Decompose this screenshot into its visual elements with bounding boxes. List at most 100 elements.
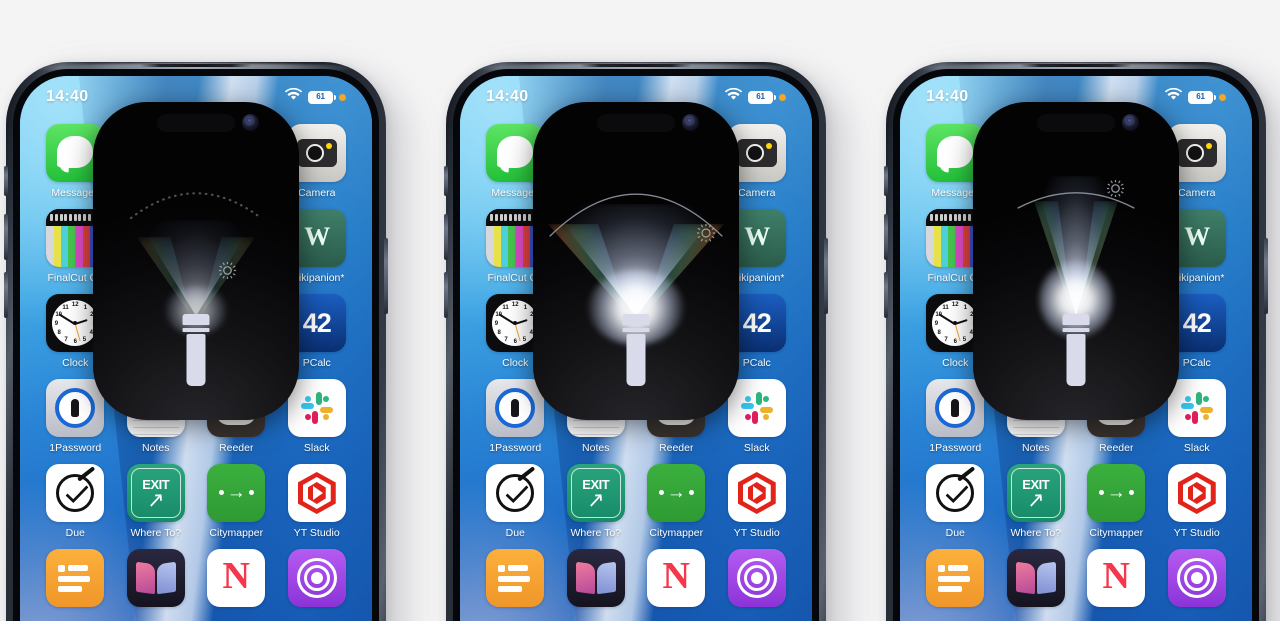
volume-up-button[interactable] <box>4 214 8 260</box>
app-label: PCalc <box>302 357 331 369</box>
app-books[interactable] <box>123 549 190 612</box>
app-label: Where To? <box>1010 527 1062 539</box>
citymapper-icon[interactable]: → <box>1087 464 1146 522</box>
app-due[interactable]: Due <box>482 464 549 539</box>
overcast-icon[interactable] <box>1167 549 1226 607</box>
ytstudio-icon[interactable] <box>727 464 786 522</box>
news-icon[interactable]: N <box>207 549 266 607</box>
app-things[interactable] <box>42 549 109 612</box>
app-label: 1Password <box>489 442 542 454</box>
app-label: Reeder <box>1099 442 1134 454</box>
app-row: N <box>42 549 350 612</box>
app-label: Slack <box>1183 442 1210 454</box>
app-things[interactable] <box>482 549 549 612</box>
status-bar-clock: 14:40 <box>926 88 969 105</box>
app-label: Citymapper <box>1089 527 1144 539</box>
due-icon[interactable] <box>926 464 985 522</box>
action-button[interactable] <box>4 166 8 196</box>
app-label: YT Studio <box>293 527 340 539</box>
app-news[interactable]: N <box>643 549 710 612</box>
overcast-icon[interactable] <box>287 549 346 607</box>
volume-down-button[interactable] <box>4 272 8 318</box>
whereto-icon[interactable]: EXIT ↗ <box>566 464 625 522</box>
citymapper-icon[interactable]: → <box>647 464 706 522</box>
dynamic-island-flashlight-3[interactable] <box>973 102 1179 420</box>
books-icon[interactable] <box>1006 549 1065 607</box>
flashlight-torch-icon-3[interactable] <box>1062 314 1090 386</box>
app-label: Clock <box>502 357 529 369</box>
dynamic-island-flashlight-2[interactable] <box>533 102 739 420</box>
books-icon[interactable] <box>566 549 625 607</box>
power-button[interactable] <box>1264 238 1268 314</box>
flashlight-canvas-1 <box>93 102 299 420</box>
battery-indicator: 61 <box>748 90 776 104</box>
whereto-icon[interactable]: EXIT ↗ <box>126 464 185 522</box>
app-news[interactable]: N <box>1083 549 1150 612</box>
app-label: 1Password <box>929 442 982 454</box>
app-ytstudio[interactable]: YT Studio <box>724 464 791 539</box>
app-due[interactable]: Due <box>42 464 109 539</box>
app-whereto[interactable]: EXIT ↗ Where To? <box>1003 464 1070 539</box>
power-button[interactable] <box>384 238 388 314</box>
volume-down-button[interactable] <box>444 272 448 318</box>
app-label: Camera <box>1178 187 1216 199</box>
things-icon[interactable] <box>46 549 105 607</box>
flashlight-canvas-3 <box>973 102 1179 420</box>
news-icon[interactable]: N <box>647 549 706 607</box>
battery-indicator: 61 <box>1188 90 1216 104</box>
flashlight-torch-icon-1[interactable] <box>182 314 210 386</box>
app-whereto[interactable]: EXIT ↗ Where To? <box>563 464 630 539</box>
earpiece-speaker-slit <box>1020 64 1132 67</box>
overcast-icon[interactable] <box>727 549 786 607</box>
news-icon[interactable]: N <box>1087 549 1146 607</box>
app-citymapper[interactable]: → Citymapper <box>203 464 270 539</box>
app-books[interactable] <box>563 549 630 612</box>
things-icon[interactable] <box>486 549 545 607</box>
ytstudio-icon[interactable] <box>287 464 346 522</box>
due-icon[interactable] <box>46 464 105 522</box>
battery-indicator: 61 <box>308 90 336 104</box>
app-label: Messages <box>931 187 980 199</box>
app-row: N <box>482 549 790 612</box>
action-button[interactable] <box>884 166 888 196</box>
app-label: YT Studio <box>733 527 780 539</box>
app-ytstudio[interactable]: YT Studio <box>1164 464 1231 539</box>
books-icon[interactable] <box>126 549 185 607</box>
app-overcast[interactable] <box>284 549 351 612</box>
earpiece-speaker-slit <box>580 64 692 67</box>
app-label: Notes <box>1022 442 1050 454</box>
app-row: Due EXIT ↗ Where To? → Citymapper YT Studio <box>922 464 1230 539</box>
things-icon[interactable] <box>926 549 985 607</box>
app-label: PCalc <box>1182 357 1211 369</box>
app-books[interactable] <box>1003 549 1070 612</box>
power-button[interactable] <box>824 238 828 314</box>
app-overcast[interactable] <box>1164 549 1231 612</box>
app-ytstudio[interactable]: YT Studio <box>284 464 351 539</box>
orange-privacy-dot <box>1219 93 1226 101</box>
app-due[interactable]: Due <box>922 464 989 539</box>
iphone-device-1: 14:40 61 MessagesDraftsSettingsCameraFin… <box>4 62 388 621</box>
app-label: Notes <box>582 442 610 454</box>
device-screen-2: 14:40 61 MessagesDraftsSettingsCameraFin… <box>460 76 812 621</box>
app-citymapper[interactable]: → Citymapper <box>1083 464 1150 539</box>
volume-up-button[interactable] <box>884 214 888 260</box>
volume-down-button[interactable] <box>884 272 888 318</box>
app-citymapper[interactable]: → Citymapper <box>643 464 710 539</box>
dynamic-island-flashlight-1[interactable] <box>93 102 299 420</box>
app-news[interactable]: N <box>203 549 270 612</box>
app-label: Slack <box>303 442 330 454</box>
flashlight-torch-icon-2[interactable] <box>622 314 650 386</box>
due-icon[interactable] <box>486 464 545 522</box>
ytstudio-icon[interactable] <box>1167 464 1226 522</box>
whereto-icon[interactable]: EXIT ↗ <box>1006 464 1065 522</box>
action-button[interactable] <box>444 166 448 196</box>
app-things[interactable] <box>922 549 989 612</box>
app-label: PCalc <box>742 357 771 369</box>
app-label: Reeder <box>219 442 254 454</box>
volume-up-button[interactable] <box>444 214 448 260</box>
app-label: Citymapper <box>649 527 704 539</box>
app-whereto[interactable]: EXIT ↗ Where To? <box>123 464 190 539</box>
battery-level-label: 61 <box>316 92 325 101</box>
citymapper-icon[interactable]: → <box>207 464 266 522</box>
app-overcast[interactable] <box>724 549 791 612</box>
